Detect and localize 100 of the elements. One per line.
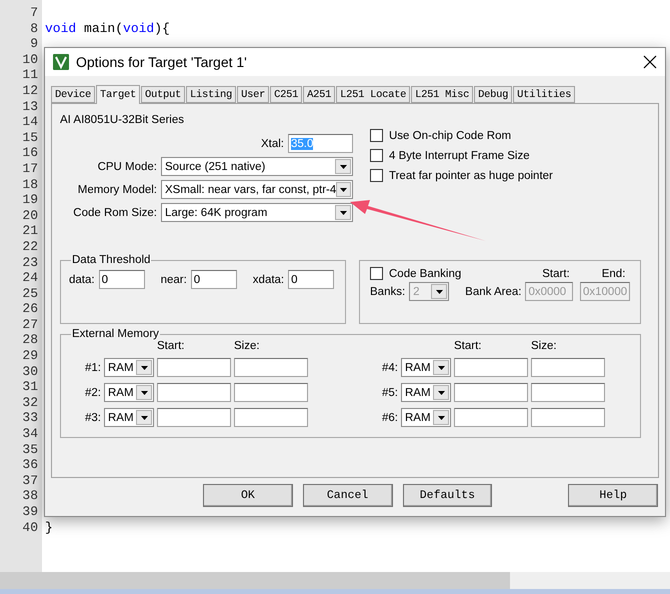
option-label: 4 Byte Interrupt Frame Size [389,150,530,162]
column-header: Size: [234,340,261,352]
tab[interactable]: Device [51,86,96,103]
checkbox[interactable] [370,149,383,162]
line-number: 38 [21,488,39,504]
dialog-button[interactable]: Help [568,484,658,507]
line-number: 23 [21,254,39,270]
input-field[interactable] [531,358,605,377]
input-field[interactable] [234,358,308,377]
memory-type-dropdown[interactable]: RAM [401,383,451,402]
tab[interactable]: User [237,86,270,103]
input-field[interactable] [157,358,231,377]
option-label: Treat far pointer as huge pointer [389,170,553,182]
dialog-button[interactable]: Defaults [402,484,492,507]
dialog-button[interactable]: Cancel [302,484,392,507]
input-field[interactable] [531,408,605,427]
line-number: 20 [21,208,39,224]
line-number: 32 [21,394,39,410]
line-number: 8 [29,20,39,36]
memory-type-dropdown[interactable]: RAM [104,408,154,427]
field-label: Banks: [370,286,406,298]
tab[interactable]: Utilities [513,86,576,103]
caret-icon [438,366,444,370]
line-number: 24 [21,270,39,286]
dialog-button[interactable]: OK [203,484,293,507]
field-label: #4: [382,362,398,374]
line-number: 11 [21,67,39,83]
caret-icon [340,164,346,168]
tab[interactable]: Output [141,86,186,103]
line-number: 26 [21,301,39,317]
code-token: } [45,520,53,536]
input-field[interactable] [454,408,528,427]
input-field[interactable] [157,383,231,402]
code-token: void [45,20,76,36]
field-label: #2: [85,386,101,398]
memory-type-dropdown[interactable]: RAM [401,358,451,377]
dropdown[interactable]: Large: 64K program [161,203,353,222]
input-field[interactable]: 0 [98,270,145,289]
line-number: 22 [21,238,39,254]
memory-type-dropdown[interactable]: RAM [104,383,154,402]
input-field[interactable] [234,383,308,402]
line-number: 9 [29,36,39,52]
line-number: 13 [21,98,39,114]
tab[interactable]: C251 [270,86,302,103]
memory-type-dropdown[interactable]: RAM [401,408,451,427]
line-number: 35 [21,442,39,458]
memory-type-dropdown[interactable]: RAM [104,358,154,377]
caret-icon [140,416,148,420]
input-field[interactable] [531,383,605,402]
line-number: 7 [29,5,39,21]
line-number: 19 [21,192,39,208]
input-field[interactable] [234,408,308,427]
tab[interactable]: Target [96,85,140,104]
field-label: #1: [85,362,101,374]
input-field[interactable] [157,408,231,427]
code-token: main( [83,20,124,36]
line-number: 29 [21,348,39,364]
field-label: #3: [85,412,101,424]
input-field[interactable] [454,383,528,402]
line-number: 31 [21,379,39,395]
line-number: 10 [21,52,39,68]
field-label: xdata: [252,274,284,286]
option-label: Use On-chip Code Rom [389,130,512,142]
caret-icon [438,390,444,394]
option-label: Code Banking [389,268,462,280]
line-number: 30 [21,364,39,380]
scrollbar-thumb[interactable] [0,572,510,589]
close-icon[interactable] [643,55,657,69]
line-number: 12 [21,82,39,99]
horizontal-scrollbar[interactable] [0,572,670,589]
line-number: 21 [21,223,39,239]
dropdown[interactable]: Source (251 native) [161,157,353,176]
line-number: 34 [21,426,39,442]
tab[interactable]: A251 [303,86,336,103]
field-label: data: [69,274,95,286]
line-number: 28 [21,332,39,348]
checkbox[interactable] [370,129,383,142]
line-number: 16 [21,145,39,161]
line-number: 17 [21,160,39,177]
field-label: near: [160,274,187,286]
column-header: Start: [541,268,570,280]
field-label: #6: [382,412,398,424]
group-title: Data Threshold [71,254,152,266]
tab[interactable]: L251 Locate [336,86,410,103]
line-number: 25 [21,286,39,302]
caret-icon [340,188,348,192]
input-field[interactable]: 0 [190,270,237,289]
tab[interactable]: Listing [186,86,236,103]
tab[interactable]: L251 Misc [411,86,474,103]
column-header: Size: [531,340,558,352]
line-number: 40 [21,520,39,536]
dropdown[interactable]: XSmall: near vars, far const, ptr-4 [161,180,353,199]
input-field[interactable] [454,358,528,377]
checkbox[interactable] [370,169,383,182]
tab[interactable]: Debug [474,86,512,103]
input-field[interactable]: 0 [288,270,334,289]
line-number: 37 [21,472,39,488]
field-label: Bank Area: [465,286,522,298]
app-icon [53,54,69,70]
caret-icon [438,416,444,420]
